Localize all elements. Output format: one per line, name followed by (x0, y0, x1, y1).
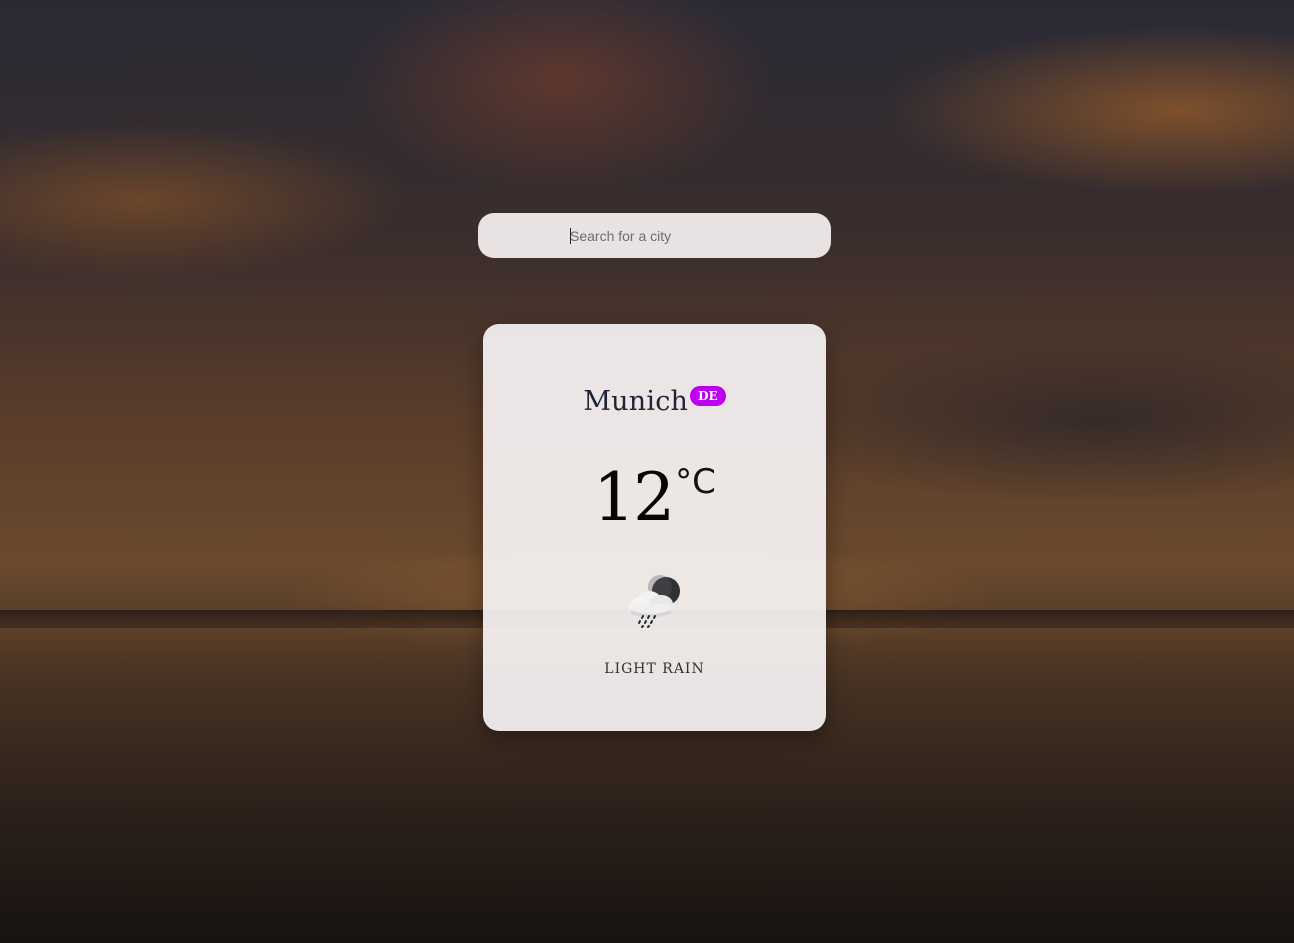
text-caret (570, 228, 571, 244)
search-input[interactable] (568, 213, 818, 258)
country-badge: DE (690, 386, 726, 406)
temperature: 12 °C (483, 462, 826, 534)
temperature-value: 12 (593, 459, 675, 536)
city-name: Munich (583, 386, 689, 417)
light-rain-night-icon (629, 575, 680, 628)
search-bar (478, 213, 831, 258)
temperature-unit: °C (675, 462, 716, 502)
city-heading: Munich DE (483, 386, 826, 417)
weather-description: LIGHT RAIN (604, 661, 705, 677)
weather-card: Munich DE 12 °C LIGHT RAIN (483, 324, 826, 731)
